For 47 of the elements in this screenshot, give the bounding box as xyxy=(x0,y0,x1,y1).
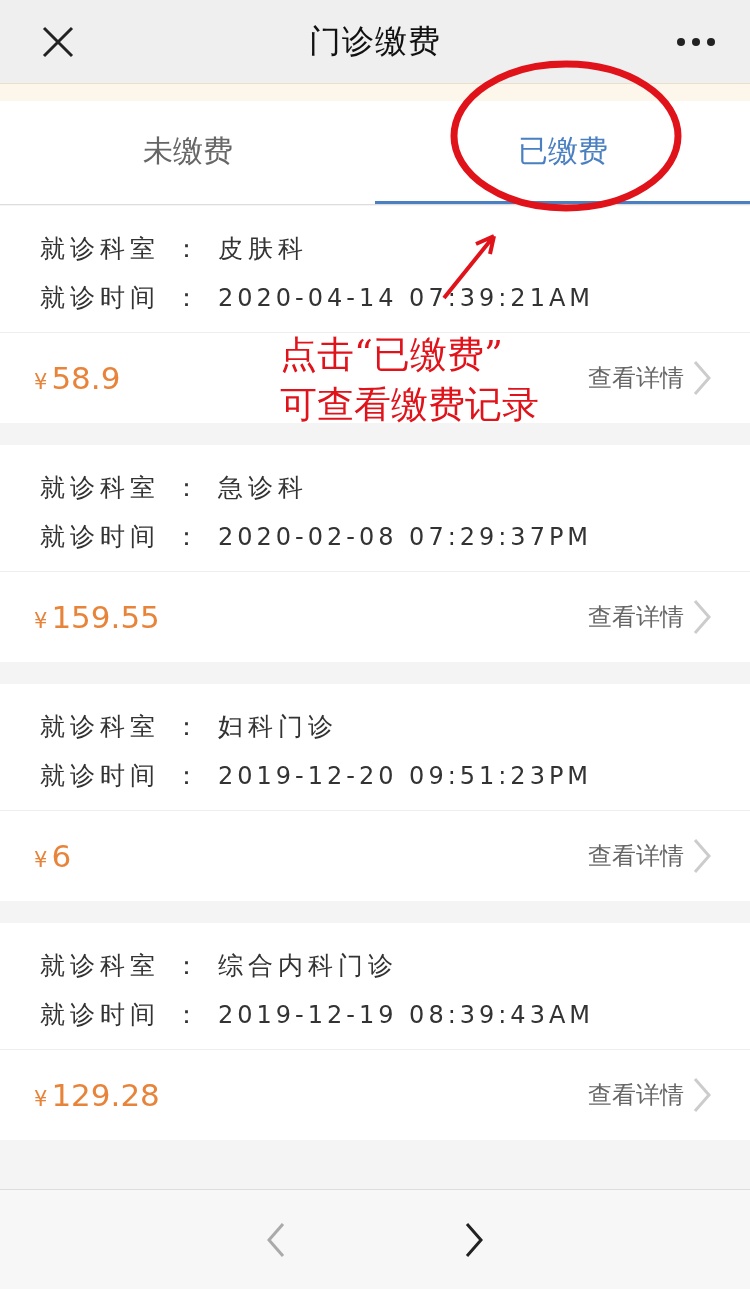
chevron-icon xyxy=(692,599,712,635)
colon: ： xyxy=(174,521,204,553)
colon: ： xyxy=(174,711,204,743)
department-value: 急诊科 xyxy=(218,472,308,504)
currency-symbol: ¥ xyxy=(34,370,48,394)
details-link[interactable]: 查看详情 xyxy=(582,598,718,636)
forward-icon xyxy=(464,1221,484,1258)
back-icon xyxy=(266,1221,286,1258)
currency-symbol: ¥ xyxy=(34,848,48,872)
colon: ： xyxy=(174,950,204,982)
field-label: 就诊科室 xyxy=(40,711,160,743)
department-value: 妇科门诊 xyxy=(218,711,338,743)
amount: 58.9 xyxy=(51,360,121,396)
field-label: 就诊科室 xyxy=(40,233,160,265)
field-label: 就诊时间 xyxy=(40,521,160,553)
amount: 129.28 xyxy=(51,1077,160,1113)
currency-symbol: ¥ xyxy=(34,609,48,633)
details-link[interactable]: 查看详情 xyxy=(582,837,718,875)
field-label: 就诊时间 xyxy=(40,999,160,1031)
time-value: 2020-02-08 07:29:37PM xyxy=(218,522,593,551)
colon: ： xyxy=(174,233,204,265)
colon: ： xyxy=(174,999,204,1031)
field-label: 就诊科室 xyxy=(40,950,160,982)
chevron-icon xyxy=(692,838,712,874)
time-value: 2019-12-19 08:39:43AM xyxy=(218,1000,595,1029)
close-icon xyxy=(42,25,74,58)
time-value: 2019-12-20 09:51:23PM xyxy=(218,761,593,790)
annotation-text: 点击“已缴费” 可查看缴费记录 xyxy=(280,332,539,428)
chevron-icon xyxy=(692,360,712,396)
colon: ： xyxy=(174,760,204,792)
chevron-icon xyxy=(692,1077,712,1113)
details-link[interactable]: 查看详情 xyxy=(582,1076,718,1114)
field-label: 就诊科室 xyxy=(40,472,160,504)
details-link[interactable]: 查看详情 xyxy=(582,359,718,397)
department-value: 综合内科门诊 xyxy=(218,950,398,982)
field-label: 就诊时间 xyxy=(40,282,160,314)
amount: 6 xyxy=(51,838,72,874)
colon: ： xyxy=(174,282,204,314)
colon: ： xyxy=(174,472,204,504)
department-value: 皮肤科 xyxy=(218,233,308,265)
tab[interactable]: 未缴费 xyxy=(0,101,375,204)
field-label: 就诊时间 xyxy=(40,760,160,792)
time-value: 2020-04-14 07:39:21AM xyxy=(218,283,595,312)
page-title: 门诊缴费 xyxy=(309,20,441,62)
more-icon xyxy=(676,36,716,47)
amount: 159.55 xyxy=(51,599,160,635)
currency-symbol: ¥ xyxy=(34,1087,48,1111)
